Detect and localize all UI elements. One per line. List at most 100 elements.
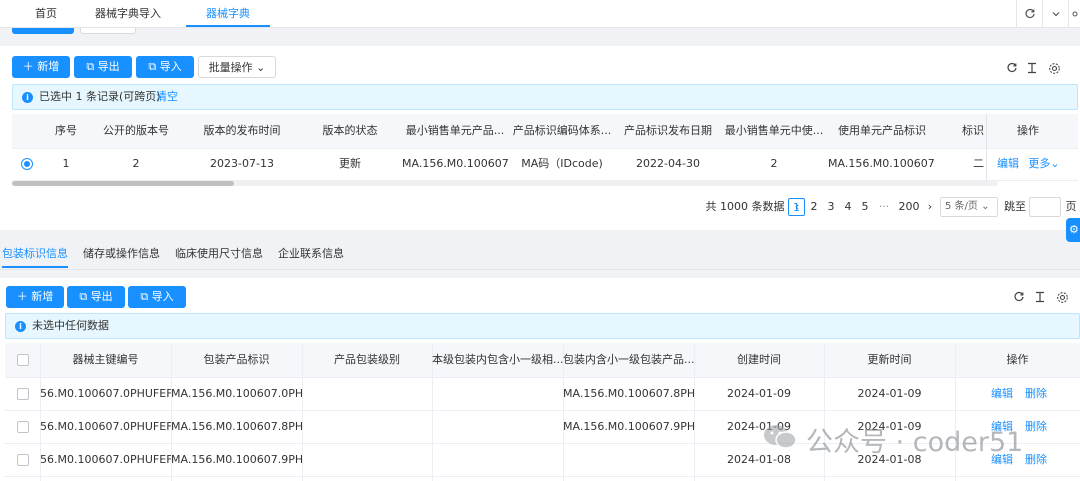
table-cell: 2024-01-08	[727, 453, 791, 466]
col-header-actions: 操作	[1017, 124, 1039, 137]
export-button[interactable]: ⧉ 导出	[74, 56, 132, 78]
col-header: 产品包装级别	[334, 353, 400, 366]
edit-link[interactable]: 编辑	[994, 156, 1022, 172]
table-cell: 56.M0.100607.0PHUFEF7...	[40, 420, 171, 433]
col-header: 器械主键编号	[72, 353, 139, 366]
delete-link[interactable]: 删除	[1020, 419, 1052, 435]
table-cell: 2022-04-30	[636, 157, 700, 170]
col-header: 本级包装内包含小一级相...	[432, 353, 563, 366]
row-checkbox[interactable]	[17, 454, 29, 466]
settings-icon[interactable]	[1054, 289, 1070, 305]
export-icon: ⧉	[79, 290, 88, 303]
page-number[interactable]: 5	[857, 198, 873, 216]
table-cell: 2	[770, 157, 778, 170]
page-number[interactable]: 1	[788, 198, 805, 216]
table-cell: MA.156.M0.100607....	[402, 157, 508, 170]
table-cell: MA.156.M0.100607.9PHU...	[563, 420, 694, 433]
settings-drawer-toggle[interactable]: ⚙	[1066, 218, 1080, 242]
horizontal-scrollbar-thumb[interactable]	[12, 181, 234, 186]
more-dropdown[interactable]: 更多⌄	[1026, 156, 1062, 172]
page-number[interactable]: 4	[840, 198, 856, 216]
page-ellipsis[interactable]: ···	[874, 198, 894, 216]
table-cell: MA.156.M0.100607.8PHU...	[563, 387, 694, 400]
select-all-checkbox[interactable]	[17, 354, 29, 366]
settings-icon[interactable]	[1068, 0, 1080, 28]
col-header-actions: 操作	[1006, 353, 1029, 366]
clear-selection-link[interactable]: 清空	[156, 85, 178, 109]
col-header: 使用单元产品标识	[838, 124, 926, 137]
page-number[interactable]: 2	[806, 198, 822, 216]
col-header: 公开的版本号	[103, 124, 169, 137]
subtab-clinical-size[interactable]: 临床使用尺寸信息	[175, 240, 263, 268]
sub-panel	[0, 278, 1080, 481]
plus-icon: ＋	[16, 290, 28, 303]
import-button[interactable]: ⧉ 导入	[128, 286, 186, 308]
settings-icon[interactable]	[1046, 60, 1062, 76]
page-number[interactable]: 3	[823, 198, 839, 216]
add-button[interactable]: ＋ 新增	[6, 286, 64, 308]
refresh-icon[interactable]	[1004, 60, 1020, 76]
row-select-radio[interactable]	[21, 158, 33, 170]
table-cell: 2024-01-09	[727, 387, 791, 400]
col-header: 产品标识编码体系...	[512, 124, 612, 137]
chevron-down-icon: ⌄	[1050, 157, 1060, 170]
table-cell: 2024-01-09	[857, 387, 922, 400]
row-checkbox[interactable]	[17, 421, 29, 433]
table-cell: 56.M0.100607.0PHUFEF7...	[40, 387, 171, 400]
subtab-storage[interactable]: 储存或操作信息	[83, 240, 160, 268]
chevron-down-icon: ⌄	[981, 201, 990, 212]
row-checkbox[interactable]	[17, 388, 29, 400]
col-header: 序号	[55, 124, 77, 137]
hidden-button-stub	[12, 28, 74, 34]
col-header: 产品标识发布日期	[624, 124, 712, 137]
table-cell: 1	[62, 157, 70, 170]
edit-link[interactable]: 编辑	[986, 452, 1018, 468]
tab-home[interactable]: 首页	[22, 0, 70, 27]
col-header: 包装内含小一级包装产品...	[563, 353, 694, 366]
horizontal-scrollbar-track[interactable]	[12, 181, 998, 186]
table-cell: 2	[132, 157, 140, 170]
selection-alert: i 已选中 1 条记录(可跨页) 清空	[12, 84, 1078, 110]
refresh-icon[interactable]	[1016, 0, 1042, 28]
table-cell: 2023-07-13	[210, 157, 274, 170]
column-height-icon[interactable]	[1032, 289, 1048, 305]
col-header: 版本的状态	[322, 124, 378, 137]
table-cell: 2024-01-09	[857, 420, 922, 433]
col-header: 更新时间	[867, 353, 912, 366]
edit-link[interactable]: 编辑	[986, 419, 1018, 435]
next-page-icon[interactable]: ›	[923, 198, 937, 216]
add-button[interactable]: ＋ 新增	[12, 56, 70, 78]
col-header: 版本的发布时间	[203, 124, 281, 137]
edit-link[interactable]: 编辑	[986, 386, 1018, 402]
batch-operations-dropdown[interactable]: 批量操作 ⌄	[198, 56, 276, 78]
col-header: 最小销售单元产品...	[405, 124, 505, 137]
export-icon: ⧉	[86, 60, 95, 73]
delete-link[interactable]: 删除	[1020, 452, 1052, 468]
table-cell: 56.M0.100607.0PHUFEF7...	[40, 453, 171, 466]
chevron-down-icon[interactable]	[1042, 0, 1068, 28]
page-size-select[interactable]: 5 条/页 ⌄	[940, 197, 998, 217]
goto-page-input[interactable]	[1029, 197, 1061, 217]
column-height-icon[interactable]	[1024, 60, 1040, 76]
table-cell: MA码（IDcode)	[521, 157, 603, 170]
tab-device-dict[interactable]: 器械字典	[186, 0, 270, 27]
pagination-total: 共 1000 条数据	[705, 200, 785, 213]
settings-icon: ⚙	[1069, 223, 1079, 236]
import-button[interactable]: ⧉ 导入	[136, 56, 194, 78]
import-icon: ⧉	[148, 60, 157, 73]
subtab-package-id[interactable]: 包装标识信息	[2, 240, 68, 268]
info-icon: i	[22, 92, 33, 103]
col-header: 标识	[962, 124, 984, 137]
page-number[interactable]: 200	[896, 198, 922, 216]
tab-device-dict-import[interactable]: 器械字典导入	[84, 0, 172, 27]
refresh-icon[interactable]	[1011, 289, 1027, 305]
chevron-down-icon: ⌄	[256, 61, 266, 74]
subtab-enterprise-contact[interactable]: 企业联系信息	[278, 240, 344, 268]
export-button[interactable]: ⧉ 导出	[67, 286, 125, 308]
hidden-button-stub-2	[80, 28, 136, 34]
plus-icon: ＋	[22, 60, 34, 73]
delete-link[interactable]: 删除	[1020, 386, 1052, 402]
import-icon: ⧉	[140, 290, 149, 303]
table-cell: 2024-01-08	[857, 453, 922, 466]
goto-label: 跳至	[1004, 200, 1026, 213]
